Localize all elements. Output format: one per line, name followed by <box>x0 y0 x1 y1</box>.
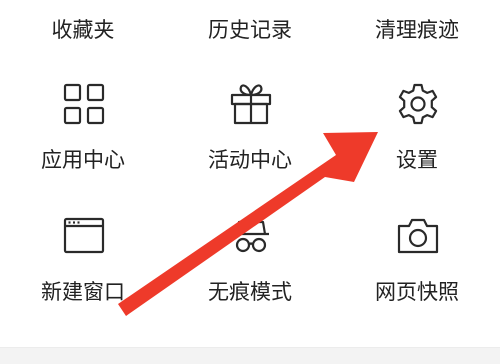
activity-center-label: 活动中心 <box>208 148 292 172</box>
menu-item-page-snapshot[interactable]: 网页快照 <box>334 200 500 315</box>
menu-item-incognito[interactable]: 无痕模式 <box>167 200 333 315</box>
browser-menu-grid: 收藏夹 历史记录 清理痕迹 应用中心 活动中心 设置 新建窗口 无痕模式 网页快… <box>0 0 500 363</box>
gift-icon <box>229 82 273 126</box>
menu-item-settings[interactable]: 设置 <box>334 72 500 182</box>
menu-bottom-divider <box>0 347 500 364</box>
menu-item-app-center[interactable]: 应用中心 <box>0 72 166 182</box>
menu-item-activity-center[interactable]: 活动中心 <box>167 72 333 182</box>
app-center-label: 应用中心 <box>41 148 125 172</box>
menu-item-clear-traces[interactable]: 清理痕迹 <box>334 0 500 60</box>
page-snapshot-label: 网页快照 <box>375 280 459 304</box>
grid-apps-icon <box>62 82 106 126</box>
gear-icon <box>396 82 440 126</box>
browser-window-icon <box>62 214 106 258</box>
incognito-glasses-icon <box>229 214 273 258</box>
menu-item-history[interactable]: 历史记录 <box>167 0 333 60</box>
new-window-label: 新建窗口 <box>41 280 125 304</box>
history-label: 历史记录 <box>208 18 292 42</box>
incognito-label: 无痕模式 <box>208 280 292 304</box>
clear-traces-label: 清理痕迹 <box>375 18 459 42</box>
camera-icon <box>396 214 440 258</box>
settings-label: 设置 <box>396 148 438 172</box>
menu-item-new-window[interactable]: 新建窗口 <box>0 200 166 315</box>
favorites-label: 收藏夹 <box>51 18 115 42</box>
menu-item-favorites[interactable]: 收藏夹 <box>0 0 166 60</box>
